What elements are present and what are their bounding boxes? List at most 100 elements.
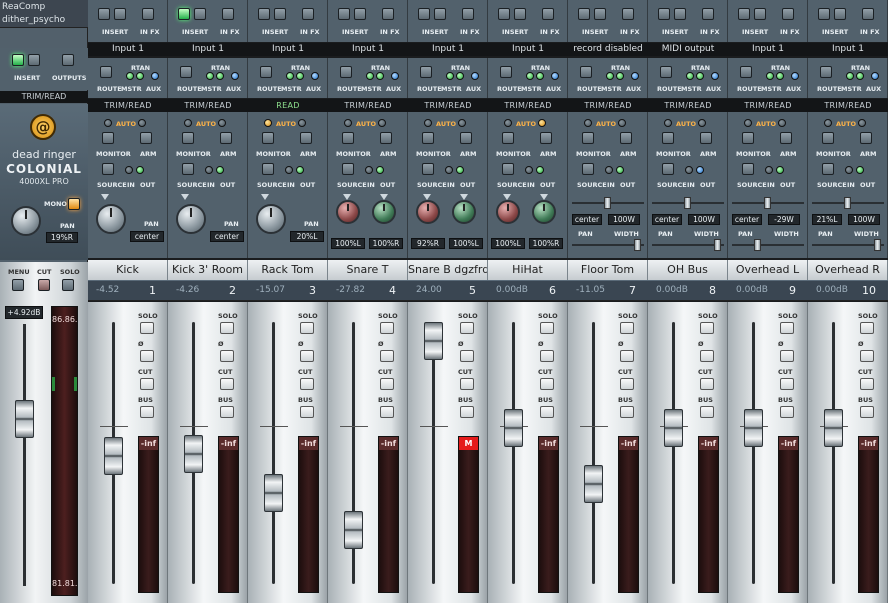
out-led[interactable] [296,166,304,174]
pan-slider-knob[interactable] [764,197,771,209]
master-fader[interactable] [15,400,34,438]
monitor-button[interactable] [102,132,114,144]
arm-led[interactable] [218,119,226,127]
master-solo-button[interactable] [62,279,74,291]
volume-fader[interactable] [504,409,523,447]
monitor-button[interactable] [662,132,674,144]
phase-button[interactable] [140,350,154,362]
route-button[interactable] [820,66,832,78]
phase-button[interactable] [220,350,234,362]
insert-button[interactable] [738,8,750,20]
out-led[interactable] [456,166,464,174]
auto-led[interactable] [104,119,112,127]
source-button[interactable] [822,163,834,175]
insert-aux-button[interactable] [834,8,846,20]
bus-button[interactable] [780,406,794,418]
insert-button[interactable] [498,8,510,20]
monitor-button[interactable] [262,132,274,144]
input-source[interactable]: Input 1 [248,43,328,56]
aux-led[interactable] [311,72,319,80]
pan-slider-knob[interactable] [684,197,691,209]
source-button[interactable] [262,163,274,175]
pan-right-knob[interactable] [532,200,556,224]
solo-button[interactable] [300,322,314,334]
out-led[interactable] [856,166,864,174]
input-source[interactable]: record disabled [568,43,648,56]
in-fx-button[interactable] [622,8,634,20]
arm-button[interactable] [540,132,552,144]
insert-aux-button[interactable] [274,8,286,20]
solo-button[interactable] [780,322,794,334]
cut-button[interactable] [540,378,554,390]
width-slider-knob[interactable] [874,239,881,251]
arm-button[interactable] [220,132,232,144]
source-button[interactable] [582,163,594,175]
route-button[interactable] [420,66,432,78]
master-insert-aux-button[interactable] [28,54,40,66]
pan-slider-knob[interactable] [604,197,611,209]
mstr-led[interactable] [526,72,534,80]
source-button[interactable] [182,163,194,175]
out-led[interactable] [216,166,224,174]
aux-led[interactable] [471,72,479,80]
source-button[interactable] [662,163,674,175]
volume-fader[interactable] [264,474,283,512]
phase-button[interactable] [300,350,314,362]
out-led[interactable] [536,166,544,174]
aux-led[interactable] [631,72,639,80]
monitor-button[interactable] [502,132,514,144]
monitor-button[interactable] [822,132,834,144]
aux-led[interactable] [871,72,879,80]
bus-button[interactable] [860,406,874,418]
volume-fader[interactable] [664,409,683,447]
bus-button[interactable] [300,406,314,418]
auto-led[interactable] [824,119,832,127]
pan-knob[interactable] [96,204,126,234]
menu-button[interactable] [12,279,24,291]
in-led[interactable] [285,166,293,174]
automation-mode[interactable]: TRIM/READ [488,99,568,112]
out-led[interactable] [376,166,384,174]
track-name[interactable]: Floor Tom [568,260,648,280]
track-name[interactable]: Kick 3' Room [168,260,248,280]
monitor-button[interactable] [342,132,354,144]
input-source[interactable]: MIDI output [648,43,728,56]
insert-button[interactable] [658,8,670,20]
in-fx-button[interactable] [382,8,394,20]
in-fx-button[interactable] [862,8,874,20]
width-slider-knob[interactable] [634,239,641,251]
width-slider-knob[interactable] [754,239,761,251]
mstr-led[interactable] [206,72,214,80]
track-name[interactable]: Kick [88,260,168,280]
mstr-led-2[interactable] [376,72,384,80]
cut-button[interactable] [700,378,714,390]
cut-button[interactable] [380,378,394,390]
input-source[interactable]: Input 1 [328,43,408,56]
in-fx-button[interactable] [222,8,234,20]
automation-mode[interactable]: TRIM/READ [328,99,408,112]
in-led[interactable] [765,166,773,174]
track-name[interactable]: HiHat [488,260,568,280]
auto-led[interactable] [424,119,432,127]
phase-button[interactable] [460,350,474,362]
pan-left-knob[interactable] [336,200,360,224]
cut-button[interactable] [860,378,874,390]
volume-fader[interactable] [104,437,123,475]
solo-button[interactable] [620,322,634,334]
auto-led[interactable] [504,119,512,127]
out-led[interactable] [136,166,144,174]
aux-led[interactable] [151,72,159,80]
master-cut-button[interactable] [38,279,50,291]
automation-mode[interactable]: TRIM/READ [728,99,808,112]
mstr-led-2[interactable] [616,72,624,80]
monitor-button[interactable] [582,132,594,144]
arm-led[interactable] [538,119,546,127]
insert-button[interactable] [338,8,350,20]
mstr-led-2[interactable] [776,72,784,80]
mstr-led[interactable] [446,72,454,80]
arm-button[interactable] [140,132,152,144]
phase-button[interactable] [620,350,634,362]
auto-led[interactable] [664,119,672,127]
source-button[interactable] [502,163,514,175]
arm-led[interactable] [858,119,866,127]
